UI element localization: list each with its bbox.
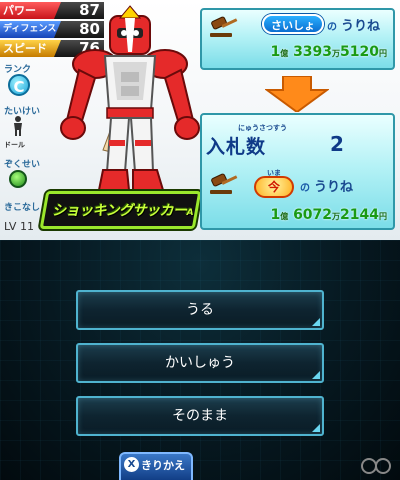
man-unit: 万 xyxy=(332,212,341,221)
attribute-label: ぞくせい xyxy=(4,160,41,170)
oku-unit: 億 xyxy=(280,49,289,58)
gavel-icon xyxy=(210,16,238,37)
price-oku: 1 xyxy=(270,207,281,223)
character-name-text: ショッキングサッカー xyxy=(51,203,187,219)
bid-count-value: 2 xyxy=(330,132,344,156)
rank-badge: C xyxy=(8,74,30,96)
current-price-panel: の うりね 1億 6072万2144円 xyxy=(200,113,395,230)
sell-button[interactable]: うる xyxy=(76,290,324,330)
price-oku: 1 xyxy=(270,44,281,60)
attribute-orb-icon xyxy=(9,170,27,188)
down-arrow-icon xyxy=(265,76,329,112)
first-price-pill: さいしょ xyxy=(262,14,324,34)
price-man: 6072 xyxy=(293,207,333,223)
current-price-value: 1億 6072万2144円 xyxy=(270,207,387,223)
now-badge: 今 xyxy=(254,176,294,198)
price-man: 3393 xyxy=(293,44,333,60)
gavel-icon xyxy=(210,173,238,194)
current-price-label: うりね xyxy=(314,180,354,195)
man-unit: 万 xyxy=(332,49,341,58)
body-type-value: ドール xyxy=(4,141,25,149)
starting-price-panel: さいしょ の うりね 1億 3393万5120円 xyxy=(200,8,395,70)
current-price-particle: の xyxy=(300,183,310,194)
bid-count-label: 入札数 xyxy=(206,136,267,158)
watermark-logo xyxy=(361,458,391,474)
body-figure-icon xyxy=(14,116,22,136)
game-screen: パワー 87 ディフェンス 80 スピード 76 ランク C たいけい ドール … xyxy=(0,0,400,480)
bottom-screen: うる かいしゅう そのまま きりかえ X xyxy=(0,240,400,480)
kicks-label: きこなし xyxy=(4,203,41,213)
price-yen: 5120 xyxy=(340,44,379,60)
oku-unit: 億 xyxy=(280,212,289,221)
character-name-suffix: A xyxy=(186,208,194,218)
first-price-label: うりね xyxy=(341,19,381,34)
top-screen: パワー 87 ディフェンス 80 スピード 76 ランク C たいけい ドール … xyxy=(0,0,400,240)
keep-button[interactable]: そのまま xyxy=(76,396,324,436)
collect-button[interactable]: かいしゅう xyxy=(76,343,324,383)
level: LV 11 xyxy=(4,220,34,233)
first-price-value: 1億 3393万5120円 xyxy=(270,44,387,60)
x-button-icon: X xyxy=(124,457,139,472)
character-name: ショッキングサッカーA xyxy=(50,197,195,225)
price-yen: 2144 xyxy=(340,207,379,223)
yen-unit: 円 xyxy=(379,212,387,221)
first-price-particle: の xyxy=(327,22,337,33)
character-portrait xyxy=(60,5,200,191)
yen-unit: 円 xyxy=(379,49,387,58)
